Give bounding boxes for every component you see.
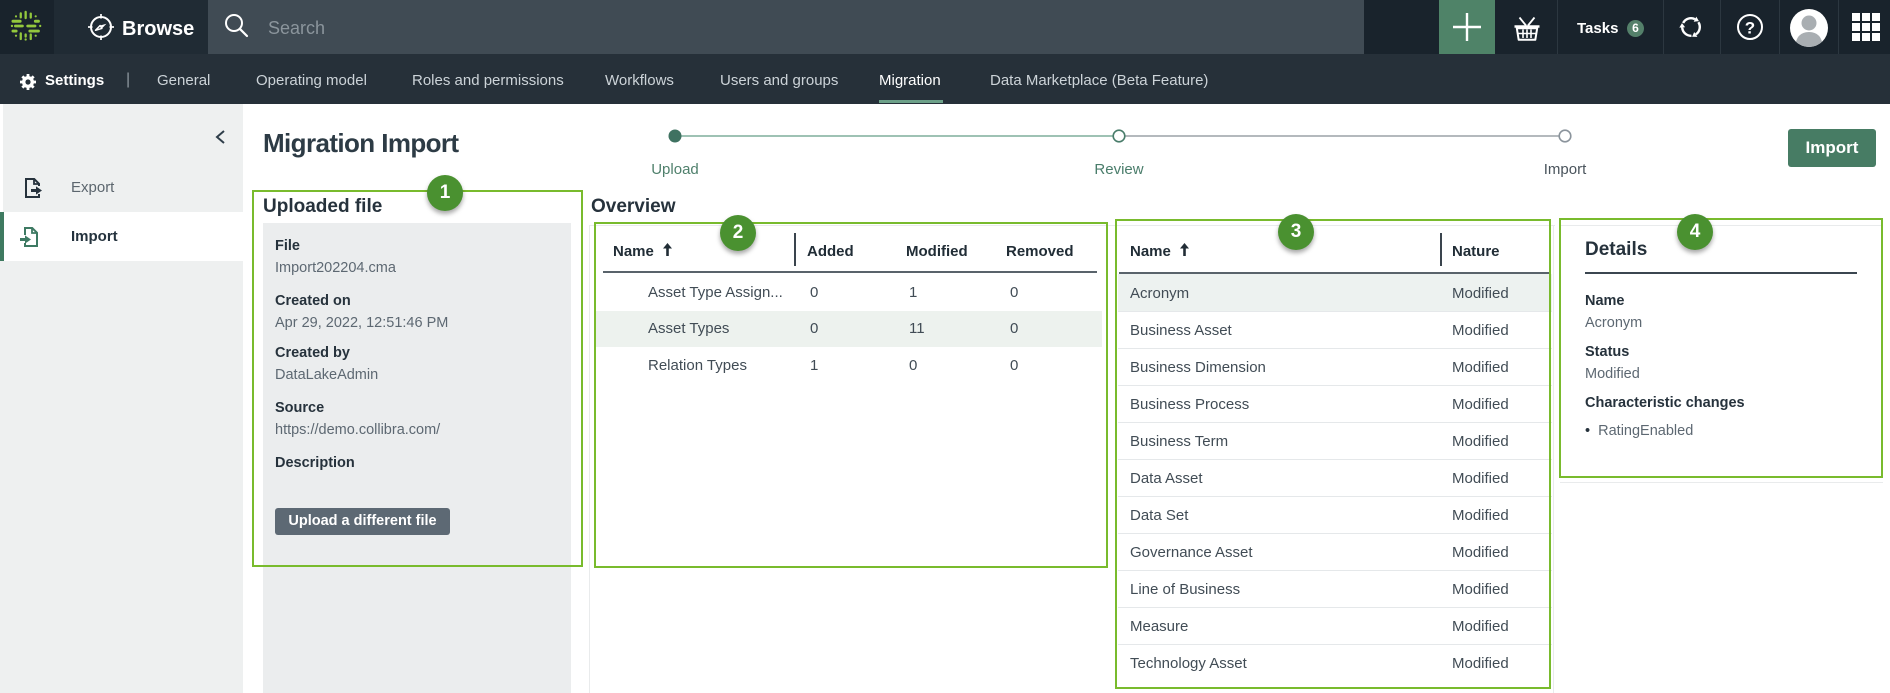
svg-text:?: ?	[1745, 19, 1755, 38]
